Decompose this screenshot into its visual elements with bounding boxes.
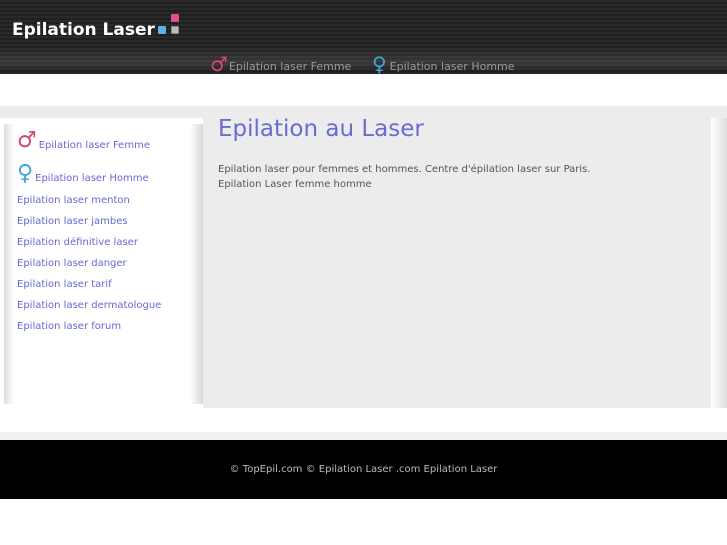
- site-footer: © TopEpil.com © Epilation Laser .com Epi…: [0, 440, 727, 499]
- nav-link-femme[interactable]: ♂ Epilation laser Femme: [210, 54, 351, 74]
- sidebar-menu: ♂ Epilation laser Femme ♀ Epilation lase…: [17, 124, 161, 337]
- sidebar-shadow-left: [4, 124, 14, 404]
- top-nav-homme: ♀ Epilation laser Homme: [372, 50, 515, 74]
- male-symbol-icon: ♂: [17, 128, 37, 153]
- sidebar-item-homme[interactable]: ♀ Epilation laser Homme: [17, 157, 161, 185]
- logo-icon: [158, 14, 180, 36]
- sidebar: ♂ Epilation laser Femme ♀ Epilation lase…: [0, 118, 203, 408]
- sidebar-item-label: Epilation laser Femme: [38, 140, 150, 151]
- right-gutter: [711, 118, 727, 408]
- intro-line-1: Epilation laser pour femmes et hommes. C…: [218, 164, 591, 175]
- nav-link-femme-label: Epilation laser Femme: [228, 60, 352, 73]
- intro-line-2: Epilation Laser femme homme: [218, 179, 372, 190]
- sidebar-item-femme[interactable]: ♂ Epilation laser Femme: [17, 124, 161, 152]
- logo-square-blue: [158, 26, 166, 34]
- sidebar-item-forum[interactable]: Epilation laser forum: [17, 316, 161, 337]
- footer-copyright: © TopEpil.com © Epilation Laser .com Epi…: [229, 464, 498, 475]
- sidebar-item-label: Epilation laser Homme: [35, 173, 149, 184]
- sidebar-item-tarif[interactable]: Epilation laser tarif: [17, 274, 161, 295]
- logo-square-grey: [171, 26, 179, 34]
- female-symbol-icon: ♀: [17, 161, 34, 186]
- sidebar-item-menton[interactable]: Epilation laser menton: [17, 190, 161, 211]
- header-shade: [0, 46, 727, 74]
- sidebar-item-definitive[interactable]: Epilation définitive laser: [17, 232, 161, 253]
- footer-divider: [0, 432, 727, 440]
- sidebar-item-danger[interactable]: Epilation laser danger: [17, 253, 161, 274]
- sidebar-item-dermatologue[interactable]: Epilation laser dermatologue: [17, 295, 161, 316]
- male-symbol-icon: ♂: [210, 52, 228, 76]
- logo-square-pink: [171, 14, 179, 22]
- site-title[interactable]: Epilation Laser: [12, 20, 155, 40]
- main-content: Epilation au Laser Epilation laser pour …: [203, 116, 711, 408]
- nav-link-homme[interactable]: ♀ Epilation laser Homme: [372, 54, 515, 74]
- nav-link-homme-label: Epilation laser Homme: [389, 60, 515, 73]
- female-symbol-icon: ♀: [372, 52, 387, 76]
- intro-text: Epilation laser pour femmes et hommes. C…: [218, 162, 591, 192]
- sidebar-item-jambes[interactable]: Epilation laser jambes: [17, 211, 161, 232]
- page-title: Epilation au Laser: [218, 116, 424, 142]
- sidebar-shadow-right: [190, 124, 203, 404]
- site-header: Epilation Laser ♂ Epilation laser Femme …: [0, 0, 727, 74]
- top-nav-femme: ♂ Epilation laser Femme: [210, 50, 351, 74]
